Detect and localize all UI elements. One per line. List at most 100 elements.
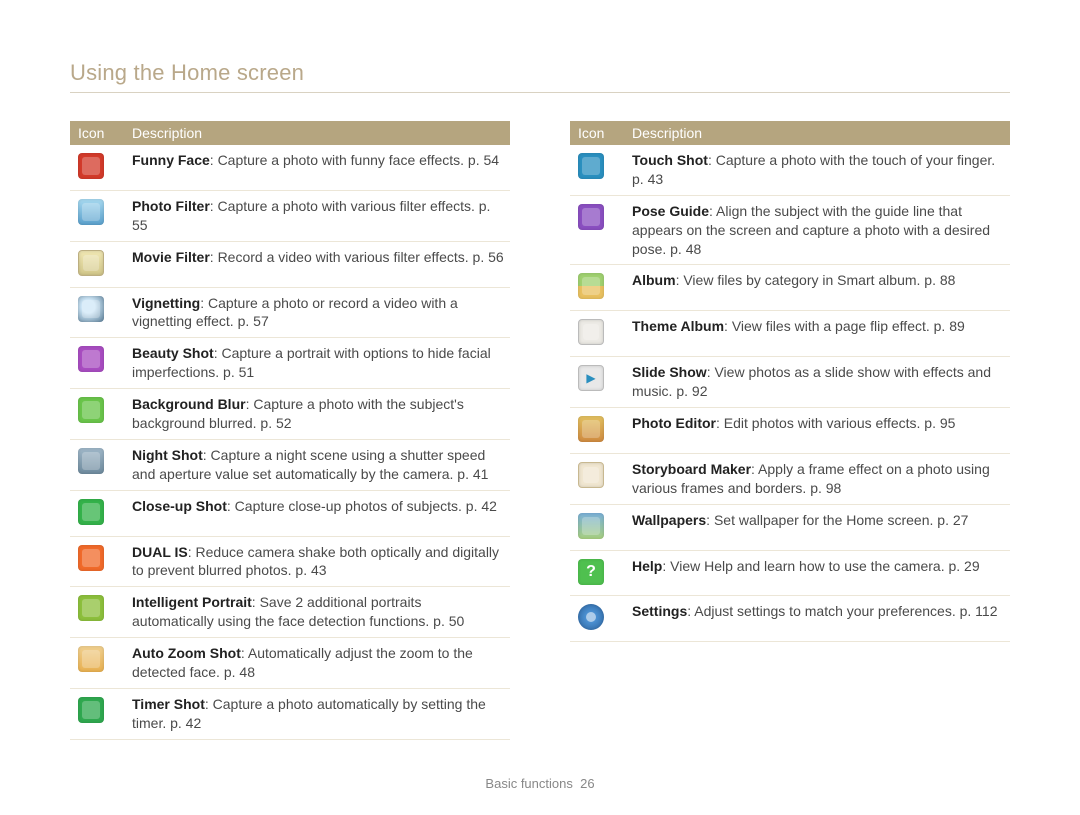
description-cell: Storyboard Maker: Apply a frame effect o… (624, 453, 1010, 504)
left-column: Icon Description Funny Face: Capture a p… (70, 121, 510, 740)
description-cell: Touch Shot: Capture a photo with the tou… (624, 145, 1010, 195)
feature-title: Night Shot (132, 447, 203, 463)
movie-filter-icon (78, 250, 104, 276)
feature-title: Storyboard Maker (632, 461, 751, 477)
icon-table-right: Icon Description Touch Shot: Capture a p… (570, 121, 1010, 642)
table-row: Settings: Adjust settings to match your … (570, 596, 1010, 642)
description-cell: Theme Album: View files with a page flip… (624, 311, 1010, 357)
feature-title: Settings (632, 603, 687, 619)
close-up-shot-icon (78, 499, 104, 525)
table-row: Movie Filter: Record a video with variou… (70, 241, 510, 287)
feature-text: : Reduce camera shake both optically and… (132, 544, 499, 579)
icon-table-left: Icon Description Funny Face: Capture a p… (70, 121, 510, 740)
description-cell: Close-up Shot: Capture close-up photos o… (124, 490, 510, 536)
description-cell: DUAL IS: Reduce camera shake both optica… (124, 536, 510, 587)
feature-title: Background Blur (132, 396, 246, 412)
feature-title: Help (632, 558, 662, 574)
description-cell: Funny Face: Capture a photo with funny f… (124, 145, 510, 190)
table-row: Pose Guide: Align the subject with the g… (570, 195, 1010, 265)
night-shot-icon (78, 448, 104, 474)
table-row: Close-up Shot: Capture close-up photos o… (70, 490, 510, 536)
table-row: DUAL IS: Reduce camera shake both optica… (70, 536, 510, 587)
feature-text: : View Help and learn how to use the cam… (662, 558, 979, 574)
table-row: Album: View files by category in Smart a… (570, 265, 1010, 311)
description-cell: Movie Filter: Record a video with variou… (124, 241, 510, 287)
feature-text: : Record a video with various filter eff… (210, 249, 504, 265)
feature-text: : Edit photos with various effects. p. 9… (716, 415, 955, 431)
footer-section: Basic functions (485, 776, 572, 791)
feature-text: : Capture a photo with funny face effect… (210, 152, 499, 168)
feature-title: Beauty Shot (132, 345, 214, 361)
theme-album-icon (578, 319, 604, 345)
feature-title: DUAL IS (132, 544, 188, 560)
feature-title: Wallpapers (632, 512, 706, 528)
table-row: Help: View Help and learn how to use the… (570, 550, 1010, 596)
feature-text: : Adjust settings to match your preferen… (687, 603, 997, 619)
table-row: Intelligent Portrait: Save 2 additional … (70, 587, 510, 638)
table-row: Storyboard Maker: Apply a frame effect o… (570, 453, 1010, 504)
feature-title: Photo Editor (632, 415, 716, 431)
slide-show-icon (578, 365, 604, 391)
table-row: Photo Editor: Edit photos with various e… (570, 408, 1010, 454)
wallpapers-icon (578, 513, 604, 539)
table-row: Beauty Shot: Capture a portrait with opt… (70, 338, 510, 389)
title-rule (70, 92, 1010, 93)
beauty-shot-icon (78, 346, 104, 372)
description-cell: Auto Zoom Shot: Automatically adjust the… (124, 638, 510, 689)
feature-title: Close-up Shot (132, 498, 227, 514)
intelligent-portrait-icon (78, 595, 104, 621)
table-row: Photo Filter: Capture a photo with vario… (70, 190, 510, 241)
col-header-icon: Icon (70, 121, 124, 145)
feature-title: Photo Filter (132, 198, 210, 214)
page-footer: Basic functions 26 (0, 776, 1080, 791)
description-cell: Beauty Shot: Capture a portrait with opt… (124, 338, 510, 389)
timer-shot-icon (78, 697, 104, 723)
feature-title: Intelligent Portrait (132, 594, 252, 610)
feature-text: : Capture close-up photos of subjects. p… (227, 498, 497, 514)
content-columns: Icon Description Funny Face: Capture a p… (70, 121, 1010, 740)
table-row: Timer Shot: Capture a photo automaticall… (70, 688, 510, 739)
right-column: Icon Description Touch Shot: Capture a p… (570, 121, 1010, 740)
pose-guide-icon (578, 204, 604, 230)
funny-face-icon (78, 153, 104, 179)
description-cell: Pose Guide: Align the subject with the g… (624, 195, 1010, 265)
dual-is-icon (78, 545, 104, 571)
feature-title: Pose Guide (632, 203, 709, 219)
feature-title: Slide Show (632, 364, 707, 380)
photo-filter-icon (78, 199, 104, 225)
page-title: Using the Home screen (70, 60, 1010, 86)
vignetting-icon (78, 296, 104, 322)
storyboard-maker-icon (578, 462, 604, 488)
photo-editor-icon (578, 416, 604, 442)
description-cell: Slide Show: View photos as a slide show … (624, 357, 1010, 408)
description-cell: Album: View files by category in Smart a… (624, 265, 1010, 311)
table-row: Wallpapers: Set wallpaper for the Home s… (570, 504, 1010, 550)
table-row: Touch Shot: Capture a photo with the tou… (570, 145, 1010, 195)
feature-title: Funny Face (132, 152, 210, 168)
description-cell: Intelligent Portrait: Save 2 additional … (124, 587, 510, 638)
description-cell: Photo Editor: Edit photos with various e… (624, 408, 1010, 454)
col-header-desc: Description (624, 121, 1010, 145)
col-header-icon: Icon (570, 121, 624, 145)
feature-text: : View files with a page flip effect. p.… (724, 318, 965, 334)
col-header-desc: Description (124, 121, 510, 145)
table-row: Auto Zoom Shot: Automatically adjust the… (70, 638, 510, 689)
description-cell: Settings: Adjust settings to match your … (624, 596, 1010, 642)
description-cell: Timer Shot: Capture a photo automaticall… (124, 688, 510, 739)
feature-title: Auto Zoom Shot (132, 645, 241, 661)
feature-text: : View files by category in Smart album.… (676, 272, 956, 288)
table-row: Theme Album: View files with a page flip… (570, 311, 1010, 357)
description-cell: Wallpapers: Set wallpaper for the Home s… (624, 504, 1010, 550)
feature-title: Album (632, 272, 676, 288)
feature-title: Touch Shot (632, 152, 708, 168)
table-row: Funny Face: Capture a photo with funny f… (70, 145, 510, 190)
description-cell: Night Shot: Capture a night scene using … (124, 439, 510, 490)
footer-page: 26 (580, 776, 594, 791)
description-cell: Vignetting: Capture a photo or record a … (124, 287, 510, 338)
feature-text: : Set wallpaper for the Home screen. p. … (706, 512, 968, 528)
background-blur-icon (78, 397, 104, 423)
feature-title: Timer Shot (132, 696, 205, 712)
table-row: Vignetting: Capture a photo or record a … (70, 287, 510, 338)
album-icon (578, 273, 604, 299)
help-icon (578, 559, 604, 585)
